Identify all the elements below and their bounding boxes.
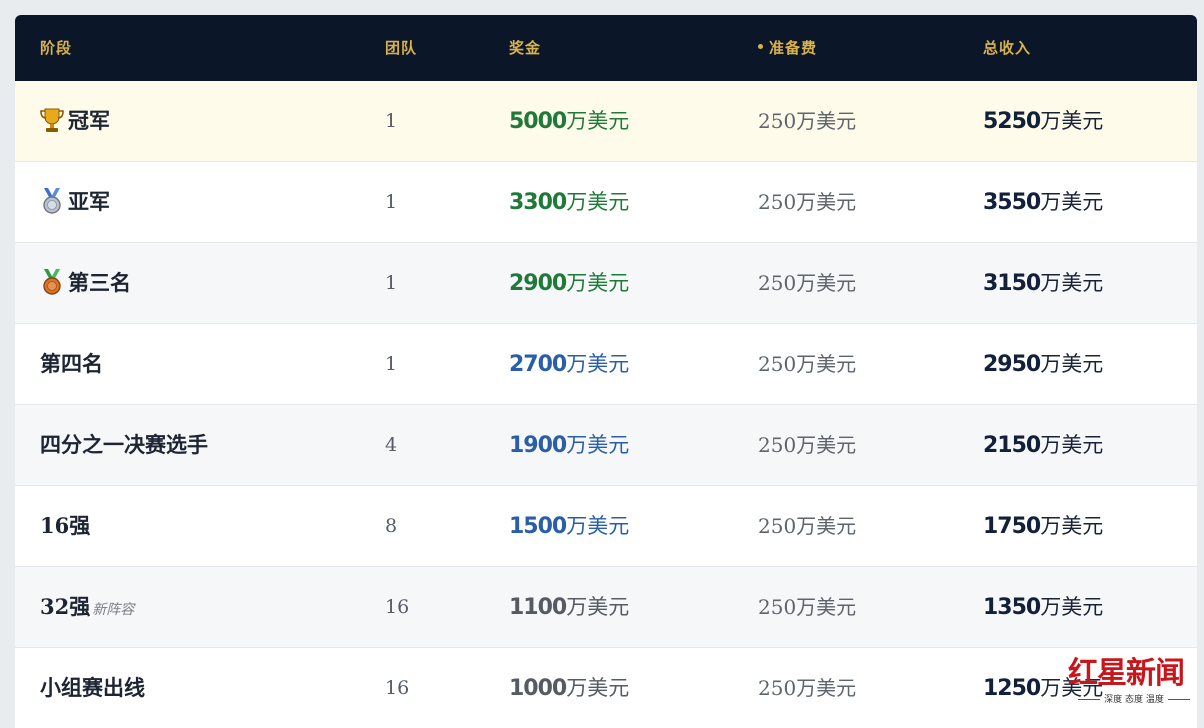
header-fee-label: 准备费 — [769, 39, 818, 57]
teams-cell: 16 — [385, 677, 410, 699]
total-amount: 2950 — [983, 352, 1041, 377]
fee-cell: 250万美元 — [758, 514, 857, 538]
prize-unit: 万美元 — [566, 433, 630, 457]
stage-label: 32强 — [40, 594, 91, 619]
news-watermark-logo: 红星新闻 深度 态度 温度 — [1068, 648, 1200, 712]
prize-cell: 1900万美元 — [509, 405, 629, 485]
header-prize: 奖金 — [509, 39, 542, 57]
new-format-tag: 新阵容 — [92, 602, 135, 618]
prize-unit: 万美元 — [566, 595, 630, 619]
fee-cell: 250万美元 — [758, 109, 857, 133]
table-row: 小组赛出线 16 1000万美元 250万美元 1250 万美元 — [15, 648, 1197, 728]
total-amount: 1750 — [983, 514, 1041, 539]
prize-amount: 2700 — [509, 352, 567, 377]
teams-cell: 4 — [385, 434, 398, 456]
total-unit: 万美元 — [1040, 433, 1104, 457]
total-cell: 3150万美元 — [983, 243, 1103, 323]
total-unit: 万美元 — [1040, 109, 1104, 133]
prize-amount: 3300 — [509, 190, 567, 215]
teams-cell: 1 — [385, 272, 398, 294]
prize-cell: 3300万美元 — [509, 162, 629, 242]
table-row: 四分之一决赛选手 4 1900万美元 250万美元 2150万美元 — [15, 405, 1197, 486]
watermark-slogan: 深度 态度 温度 — [1068, 692, 1200, 705]
prize-amount: 1100 — [509, 595, 567, 620]
prize-cell: 1500万美元 — [509, 486, 629, 566]
prize-amount: 1900 — [509, 433, 567, 458]
trophy-icon — [40, 108, 64, 132]
stage-cell: 16强 — [40, 513, 91, 538]
stage-cell: 第四名 — [40, 351, 103, 376]
teams-cell: 1 — [385, 110, 398, 132]
total-cell: 3550万美元 — [983, 162, 1103, 242]
prize-unit: 万美元 — [566, 190, 630, 214]
prize-table: 阶段 团队 奖金 准备费 总收入 冠军 1 5000万美元 250万美元 525… — [15, 15, 1197, 728]
stage-cell: 32强 新阵容 — [40, 567, 134, 647]
stage-cell: 小组赛出线 — [40, 675, 145, 700]
prize-unit: 万美元 — [566, 271, 630, 295]
table-row: 16强 8 1500万美元 250万美元 1750万美元 — [15, 486, 1197, 567]
total-cell: 1750万美元 — [983, 486, 1103, 566]
prize-cell: 5000万美元 — [509, 81, 629, 161]
fee-cell: 250万美元 — [758, 271, 857, 295]
total-unit: 万美元 — [1040, 271, 1104, 295]
header-fee: 准备费 — [758, 15, 817, 81]
fee-cell: 250万美元 — [758, 433, 857, 457]
total-unit: 万美元 — [1040, 595, 1104, 619]
teams-cell: 16 — [385, 596, 410, 618]
table-row: 亚军 1 3300万美元 250万美元 3550万美元 — [15, 162, 1197, 243]
prize-cell: 2700万美元 — [509, 324, 629, 404]
watermark-title: 红星新闻 — [1068, 656, 1185, 691]
total-amount: 3150 — [983, 271, 1041, 296]
teams-cell: 8 — [385, 515, 398, 537]
prize-cell: 1000万美元 — [509, 648, 629, 728]
total-amount: 1250 — [983, 676, 1041, 701]
table-row: 冠军 1 5000万美元 250万美元 5250万美元 — [15, 81, 1197, 162]
total-cell: 5250万美元 — [983, 81, 1103, 161]
total-unit: 万美元 — [1040, 190, 1104, 214]
total-cell: 1350万美元 — [983, 567, 1103, 647]
fee-cell: 250万美元 — [758, 190, 857, 214]
table-row: 第三名 1 2900万美元 250万美元 3150万美元 — [15, 243, 1197, 324]
header-total: 总收入 — [983, 39, 1032, 57]
bronze-medal-icon — [43, 268, 61, 295]
total-amount: 5250 — [983, 109, 1041, 134]
prize-unit: 万美元 — [566, 109, 630, 133]
total-cell: 2150万美元 — [983, 405, 1103, 485]
fee-cell: 250万美元 — [758, 676, 857, 700]
prize-cell: 1100万美元 — [509, 567, 629, 647]
fee-cell: 250万美元 — [758, 595, 857, 619]
stage-cell: 四分之一决赛选手 — [40, 432, 208, 457]
stage-label: 第三名 — [68, 270, 131, 295]
stage-cell: 第三名 — [40, 243, 131, 323]
prize-unit: 万美元 — [566, 514, 630, 538]
prize-amount: 1000 — [509, 676, 567, 701]
table-row: 32强 新阵容 16 1100万美元 250万美元 1350万美元 — [15, 567, 1197, 648]
table-row: 第四名 1 2700万美元 250万美元 2950万美元 — [15, 324, 1197, 405]
teams-cell: 1 — [385, 191, 398, 213]
stage-cell: 亚军 — [40, 162, 110, 242]
prize-cell: 2900万美元 — [509, 243, 629, 323]
silver-medal-icon — [43, 187, 61, 214]
header-stage: 阶段 — [40, 39, 73, 57]
total-cell: 2950万美元 — [983, 324, 1103, 404]
stage-label: 冠军 — [68, 108, 110, 133]
prize-amount: 5000 — [509, 109, 567, 134]
prize-amount: 1500 — [509, 514, 567, 539]
prize-unit: 万美元 — [566, 352, 630, 376]
fee-cell: 250万美元 — [758, 352, 857, 376]
total-amount: 3550 — [983, 190, 1041, 215]
prize-amount: 2900 — [509, 271, 567, 296]
total-unit: 万美元 — [1040, 514, 1104, 538]
stage-cell: 冠军 — [40, 81, 110, 161]
table-header: 阶段 团队 奖金 准备费 总收入 — [15, 15, 1197, 81]
stage-label: 亚军 — [68, 189, 110, 214]
total-amount: 2150 — [983, 433, 1041, 458]
total-unit: 万美元 — [1040, 352, 1104, 376]
total-amount: 1350 — [983, 595, 1041, 620]
teams-cell: 1 — [385, 353, 398, 375]
bullet-dot-icon — [758, 44, 763, 49]
header-teams: 团队 — [385, 39, 418, 57]
prize-unit: 万美元 — [566, 676, 630, 700]
